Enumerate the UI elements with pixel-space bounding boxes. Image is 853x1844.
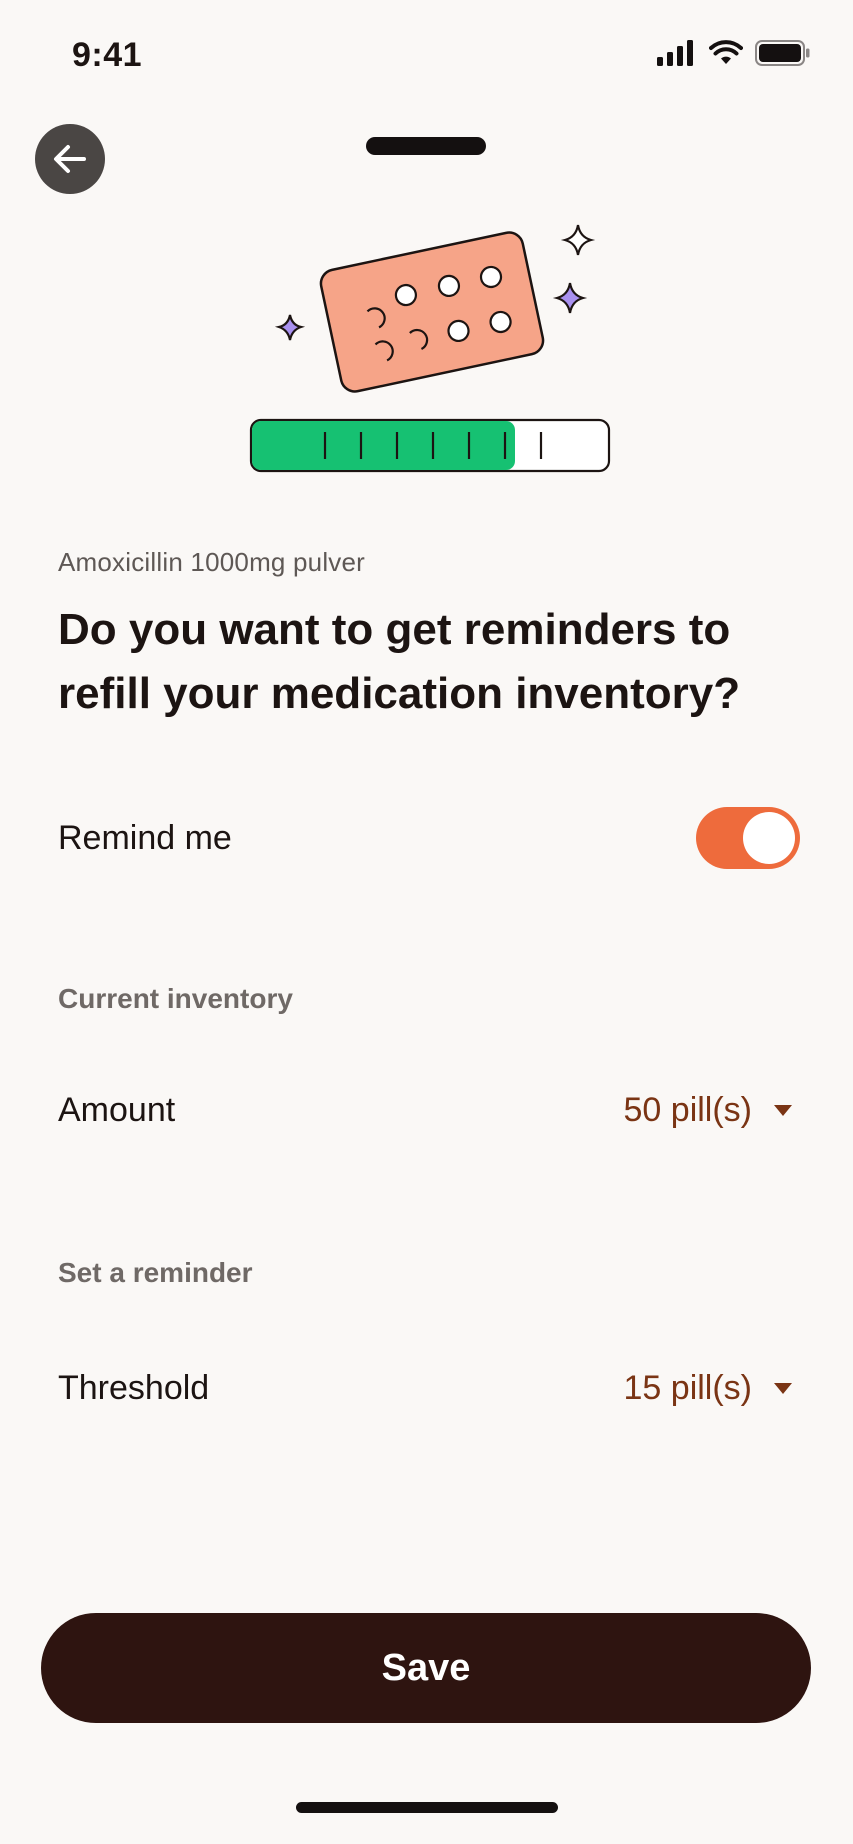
threshold-row[interactable]: Threshold 15 pill(s) [58,1364,800,1412]
threshold-label: Threshold [58,1368,210,1407]
pill-pack-illustration [249,224,611,473]
caret-down-icon [774,1382,792,1394]
battery-icon [755,40,810,66]
remind-me-label: Remind me [58,818,232,857]
caret-down-icon [774,1104,792,1116]
save-button[interactable]: Save [41,1613,811,1723]
toggle-knob [743,812,795,864]
arrow-left-icon [54,145,86,173]
wifi-icon [709,40,743,64]
status-time: 9:41 [72,36,143,74]
home-indicator [296,1802,558,1813]
sparkle-icon [274,314,306,341]
sparkle-icon [560,224,596,256]
amount-row[interactable]: Amount 50 pill(s) [58,1086,800,1134]
amount-label: Amount [58,1090,176,1129]
cellular-signal-icon [657,40,693,66]
page-title: Do you want to get reminders to refill y… [58,605,741,718]
medication-name: Amoxicillin 1000mg pulver [58,547,366,577]
sparkle-icon [552,282,588,314]
remind-me-toggle[interactable] [696,807,800,869]
back-button[interactable] [35,124,105,194]
sheet-grabber[interactable] [366,137,486,155]
amount-value: 50 pill(s) [623,1090,752,1129]
section-title-reminder: Set a reminder [58,1257,253,1288]
status-icons [657,40,811,66]
screen: 9:41 Amoxicillin 1000mg pulver Do you wa… [0,0,853,1844]
remind-me-row: Remind me [58,805,800,871]
section-title-inventory: Current inventory [58,983,293,1014]
threshold-value: 15 pill(s) [623,1368,752,1407]
amount-picker[interactable]: 50 pill(s) [624,1091,800,1130]
refill-progress-bar [249,418,611,473]
threshold-picker[interactable]: 15 pill(s) [624,1369,800,1408]
